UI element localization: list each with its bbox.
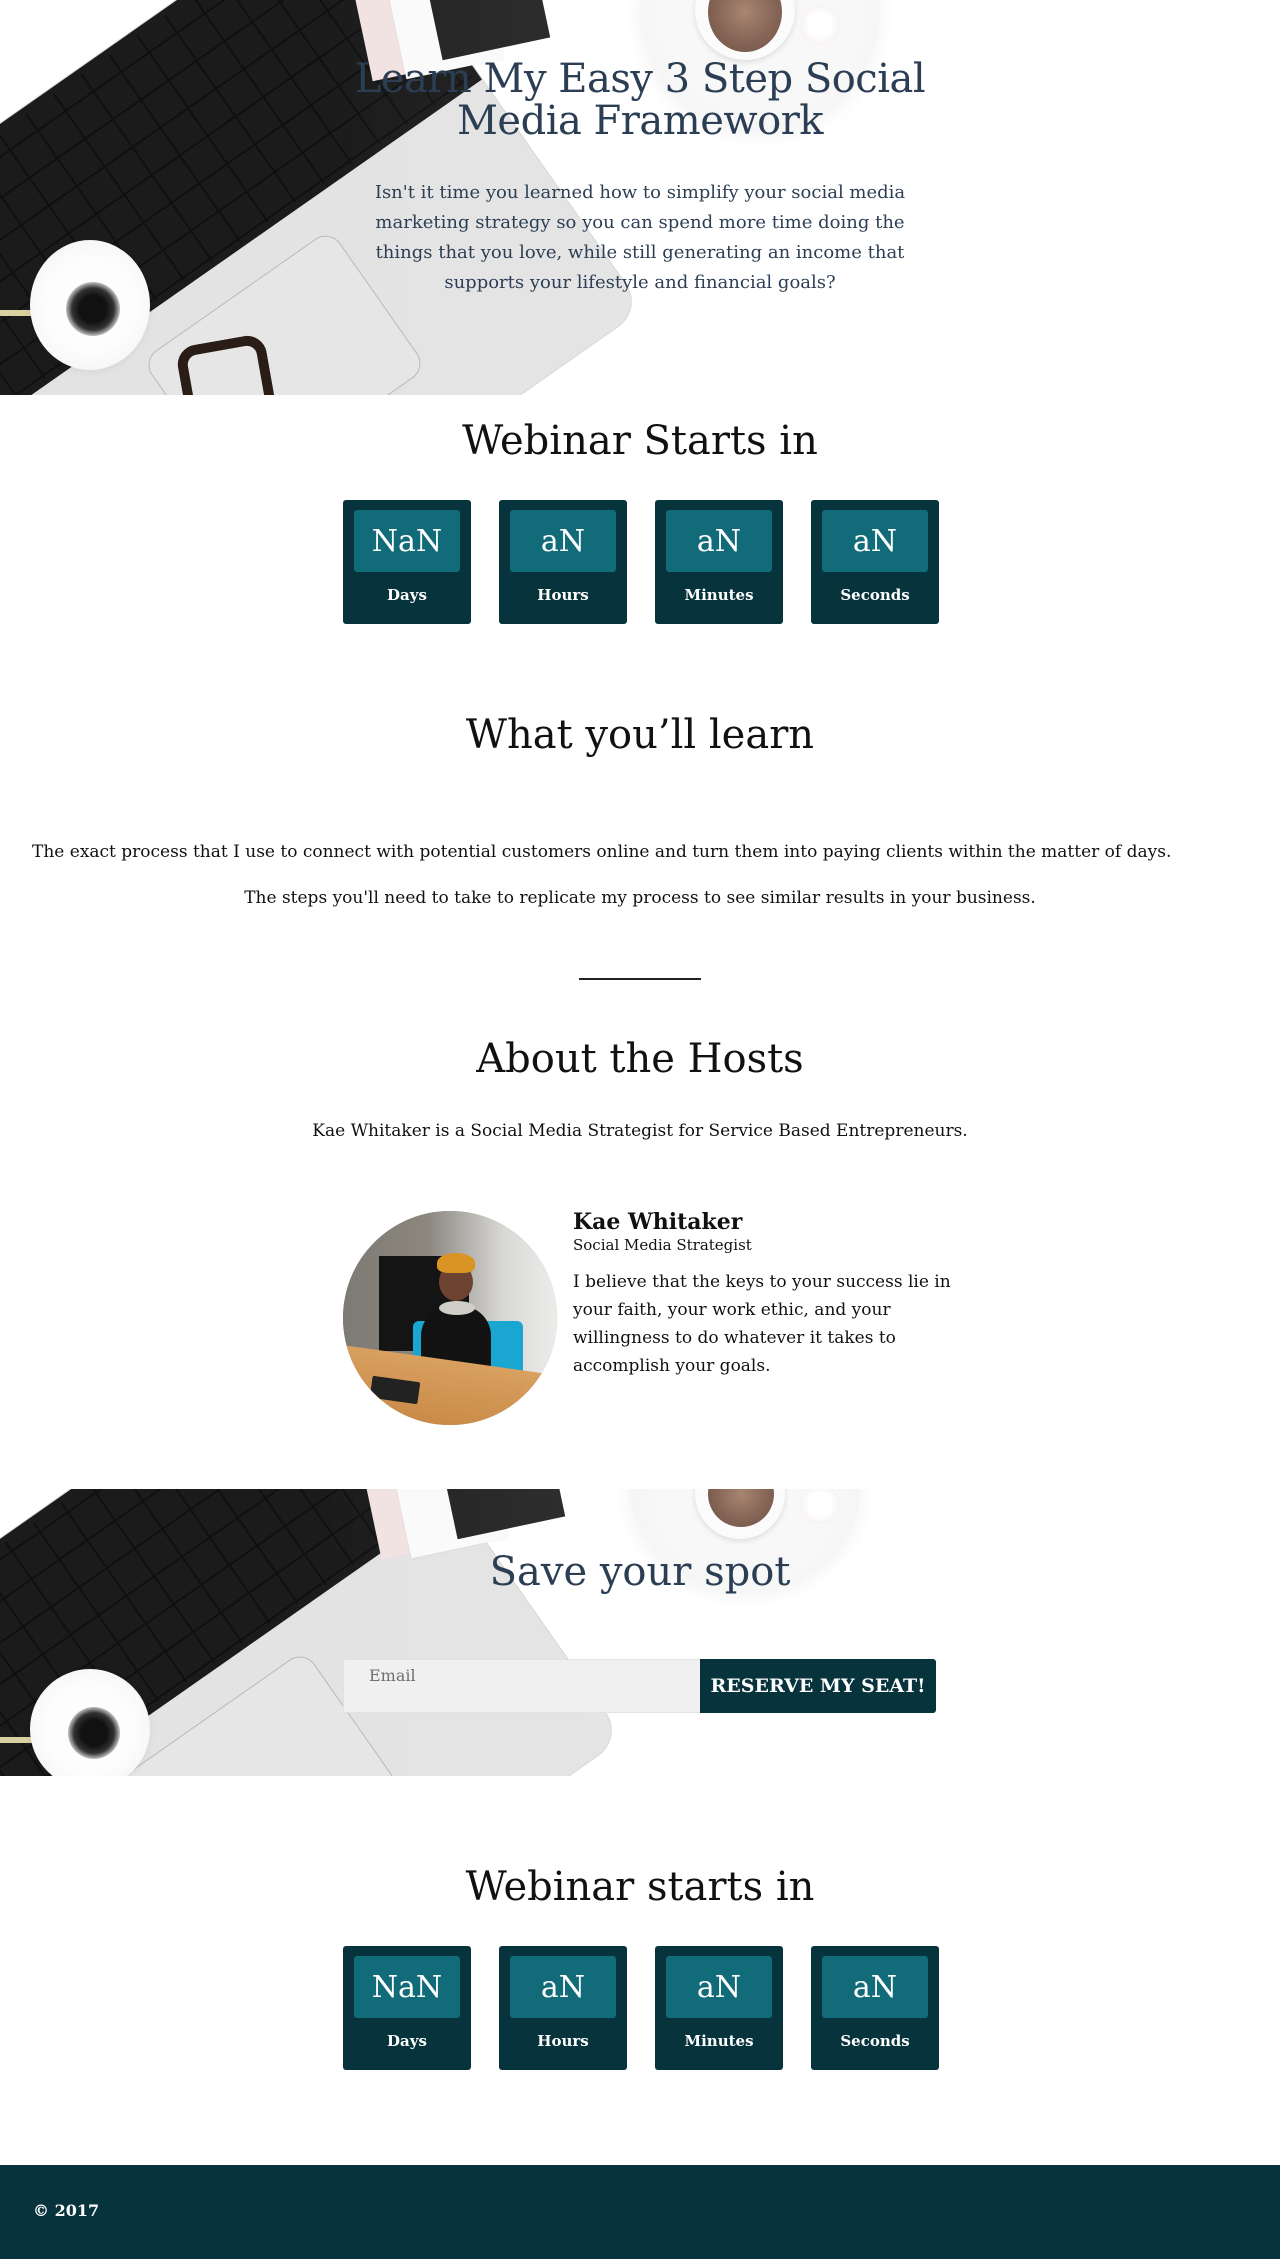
signup-title: Save your spot (489, 1549, 791, 1595)
reserve-seat-button[interactable]: RESERVE MY SEAT! (700, 1659, 936, 1713)
learn-title: What you’ll learn (465, 712, 815, 758)
countdown-value: aN (666, 510, 772, 572)
host-role: Social Media Strategist (573, 1236, 752, 1254)
countdown-seconds: aN Seconds (811, 500, 939, 624)
hero-section: Learn My Easy 3 Step Social Media Framew… (0, 0, 1280, 395)
countdown-value: aN (822, 1956, 928, 2018)
countdown-value: aN (822, 510, 928, 572)
countdown-label: Hours (537, 2032, 589, 2050)
countdown-label: Days (387, 586, 427, 604)
countdown-bottom-title: Webinar starts in (465, 1864, 815, 1910)
countdown-value: NaN (354, 510, 460, 572)
countdown-value: aN (510, 1956, 616, 2018)
countdown-days: NaN Days (343, 500, 471, 624)
countdown-hours: aN Hours (499, 1946, 627, 2070)
countdown-label: Minutes (684, 2032, 754, 2050)
countdown-value: aN (666, 1956, 772, 2018)
countdown-timer: NaN Days aN Hours aN Minutes aN Seconds (343, 500, 939, 624)
countdown-value: aN (510, 510, 616, 572)
countdown-timer-bottom: NaN Days aN Hours aN Minutes aN Seconds (343, 1946, 939, 2070)
hero-content: Learn My Easy 3 Step Social Media Framew… (340, 58, 940, 298)
host-name: Kae Whitaker (573, 1209, 743, 1235)
countdown-label: Seconds (840, 586, 910, 604)
learn-item: The exact process that I use to connect … (32, 842, 1172, 862)
footer: © 2017 (0, 2165, 1280, 2259)
section-divider (579, 978, 701, 980)
host-avatar (343, 1211, 557, 1425)
learn-item: The steps you'll need to take to replica… (244, 888, 1036, 908)
email-input[interactable] (343, 1659, 700, 1713)
footer-copyright: © 2017 (33, 2201, 100, 2220)
host-quote: I believe that the keys to your success … (573, 1272, 951, 1376)
countdown-hours: aN Hours (499, 500, 627, 624)
countdown-seconds: aN Seconds (811, 1946, 939, 2070)
signup-form: RESERVE MY SEAT! (343, 1659, 936, 1713)
host-info: Kae Whitaker Social Media Strategist I b… (573, 1209, 953, 1380)
countdown-label: Hours (537, 586, 589, 604)
signup-section: Save your spot RESERVE MY SEAT! (0, 1489, 1280, 1776)
countdown-minutes: aN Minutes (655, 500, 783, 624)
about-intro: Kae Whitaker is a Social Media Strategis… (312, 1121, 968, 1141)
countdown-label: Minutes (684, 586, 754, 604)
hero-description: Isn't it time you learned how to simplif… (374, 182, 906, 293)
countdown-title: Webinar Starts in (462, 418, 818, 464)
hero-title: Learn My Easy 3 Step Social Media Framew… (354, 56, 926, 144)
countdown-label: Seconds (840, 2032, 910, 2050)
countdown-value: NaN (354, 1956, 460, 2018)
countdown-label: Days (387, 2032, 427, 2050)
about-title: About the Hosts (476, 1036, 804, 1082)
countdown-minutes: aN Minutes (655, 1946, 783, 2070)
countdown-days: NaN Days (343, 1946, 471, 2070)
